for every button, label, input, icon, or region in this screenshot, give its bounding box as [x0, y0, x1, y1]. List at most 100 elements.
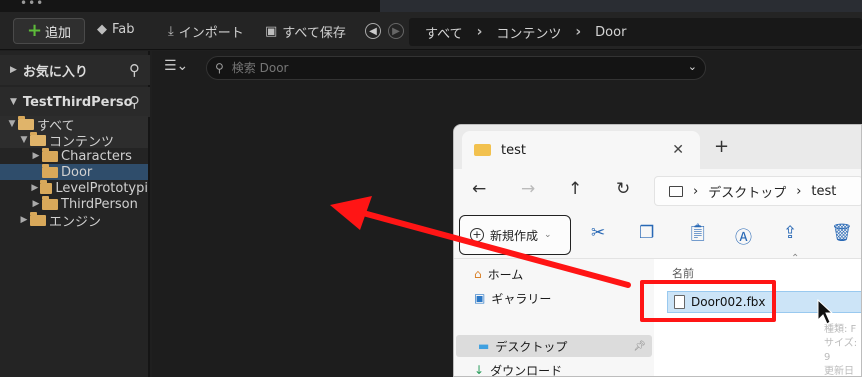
gallery-icon: ▣	[474, 291, 486, 305]
address-desktop[interactable]: デスクトップ	[708, 182, 786, 201]
share-icon[interactable]: ⇪	[783, 223, 797, 243]
tree-item-label: エンジン	[49, 214, 102, 229]
sort-caret-icon: ⌃	[791, 253, 800, 264]
address-test[interactable]: test	[811, 184, 836, 199]
save-all-button[interactable]: ▣ すべて保存	[265, 22, 346, 41]
chevron-right-icon: ›	[796, 183, 802, 199]
explorer-titlebar: test ✕ +	[454, 125, 861, 169]
monitor-icon	[669, 185, 683, 197]
import-icon: ⤓	[168, 24, 174, 39]
search-icon: ⚲	[215, 61, 224, 75]
tree-item-label: Characters	[61, 148, 132, 164]
nav-downloads[interactable]: ↓ ダウンロード	[474, 359, 652, 377]
breadcrumb-separator-icon: ›	[575, 24, 582, 40]
column-header-name[interactable]: 名前	[672, 265, 694, 281]
tree-item-thirdperson[interactable]: ▶ ThirdPerson	[0, 196, 148, 212]
expanded-arrow-icon: ▼	[20, 135, 28, 145]
explorer-command-bar: + 新規作成 ⌄ ✂ ❐ 📋︎ Ⓐ ⇪ 🗑︎	[454, 211, 861, 259]
save-all-label: すべて保存	[282, 26, 346, 41]
add-button[interactable]: + 追加	[13, 18, 85, 44]
breadcrumb-door[interactable]: Door	[595, 25, 626, 40]
tree-item-levelprototyping[interactable]: ▶ LevelPrototypi	[0, 180, 148, 196]
address-bar[interactable]: › デスクトップ › test	[654, 176, 861, 206]
refresh-icon[interactable]: ↻	[616, 179, 630, 199]
detail-size: サイズ: 9	[824, 338, 858, 363]
nav-gallery[interactable]: ▣ ギャラリー	[474, 287, 652, 309]
desktop-icon: ▬	[478, 339, 490, 353]
home-icon: ⌂	[474, 267, 482, 281]
folder-icon	[30, 212, 46, 226]
nav-label: ギャラリー	[491, 291, 552, 306]
folder-icon	[39, 180, 53, 194]
folder-icon	[474, 144, 491, 156]
search-icon[interactable]: ⚲	[129, 93, 140, 111]
new-label: 新規作成	[490, 228, 539, 243]
new-tab-icon[interactable]: +	[714, 136, 729, 157]
nav-label: ダウンロード	[490, 363, 563, 377]
tree-item-characters[interactable]: ▶ Characters	[0, 148, 148, 164]
delete-icon[interactable]: 🗑︎	[831, 223, 853, 243]
folder-icon	[42, 164, 58, 178]
cut-icon[interactable]: ✂	[591, 223, 605, 243]
more-dots-icon[interactable]: •••	[20, 0, 44, 10]
new-button[interactable]: + 新規作成 ⌄	[459, 215, 571, 255]
tree-item-label: LevelPrototypi	[55, 180, 148, 196]
project-header[interactable]: ▼ TestThirdPerso ⚲	[0, 87, 150, 117]
chevron-down-icon: ⌄	[544, 230, 552, 240]
tree-item-content[interactable]: ▼ コンテンツ	[0, 132, 148, 148]
collapsed-arrow-icon: ▶	[20, 215, 28, 225]
rename-icon[interactable]: Ⓐ	[735, 223, 752, 248]
asset-search: ⚲ ⌄	[206, 56, 706, 80]
import-button[interactable]: ⤓ インポート	[168, 22, 244, 41]
explorer-tab[interactable]: test ✕	[462, 131, 700, 169]
copy-icon[interactable]: ❐	[639, 223, 654, 243]
viewport-background	[380, 0, 862, 12]
folder-open-icon	[18, 116, 34, 130]
detail-modified: 更新日	[824, 366, 854, 377]
nav-label: デスクトップ	[495, 339, 568, 354]
project-label: TestThirdPerso	[22, 94, 133, 110]
forward-icon[interactable]: →	[521, 179, 535, 199]
add-button-label: 追加	[45, 25, 72, 41]
chevron-right-icon: ›	[693, 183, 699, 199]
folder-icon	[42, 148, 58, 162]
favorites-label: お気に入り	[22, 64, 88, 80]
tree-item-engine[interactable]: ▶ エンジン	[0, 212, 148, 228]
expanded-arrow-icon: ▼	[8, 119, 16, 129]
collapsed-arrow-icon: ▶	[31, 183, 39, 193]
collapsed-arrow-icon: ▶	[10, 65, 17, 75]
folder-icon	[42, 196, 58, 210]
search-icon[interactable]: ⚲	[129, 61, 140, 79]
highlight-box	[640, 280, 776, 322]
paste-icon[interactable]: 📋︎	[687, 223, 709, 243]
close-icon[interactable]: ✕	[672, 142, 684, 158]
tree-item-label: すべて	[37, 118, 75, 133]
nav-desktop[interactable]: ▬ デスクトップ 📌︎	[456, 335, 652, 357]
chevron-down-icon[interactable]: ⌄	[688, 60, 697, 73]
pin-icon[interactable]: 📌︎	[633, 341, 646, 352]
search-input[interactable]	[229, 60, 650, 76]
back-icon[interactable]: ←	[472, 179, 486, 199]
plus-icon: +	[26, 20, 43, 41]
breadcrumb-content[interactable]: コンテンツ	[496, 23, 561, 42]
save-icon: ▣	[265, 24, 278, 39]
nav-home[interactable]: ⌂ ホーム	[474, 263, 652, 285]
plus-circle-icon: +	[470, 228, 484, 242]
favorites-header[interactable]: ▶ お気に入り ⚲	[0, 55, 150, 85]
up-icon[interactable]: ↑	[568, 179, 582, 199]
breadcrumb-all[interactable]: すべて	[425, 23, 463, 42]
tree-item-door[interactable]: Door	[0, 164, 148, 180]
back-icon[interactable]: ◀	[365, 23, 381, 39]
nav-label: ホーム	[487, 267, 524, 282]
breadcrumb-separator-icon: ›	[476, 24, 483, 40]
download-icon: ↓	[474, 363, 485, 377]
tree-item-label: コンテンツ	[49, 134, 115, 149]
filter-row: ☰⌄ ⚲ ⌄	[152, 55, 862, 81]
fab-button[interactable]: ◆ Fab	[97, 22, 135, 37]
filter-icon[interactable]: ☰⌄	[164, 58, 188, 74]
tree-item-all[interactable]: ▼ すべて	[0, 116, 148, 132]
navigation-pane: ⌂ ホーム ▣ ギャラリー ▬ デスクトップ 📌︎ ↓ ダウンロード	[454, 259, 654, 377]
import-label: インポート	[178, 26, 244, 41]
forward-icon[interactable]: ▶	[388, 23, 404, 39]
tree-item-label: Door	[61, 164, 93, 180]
